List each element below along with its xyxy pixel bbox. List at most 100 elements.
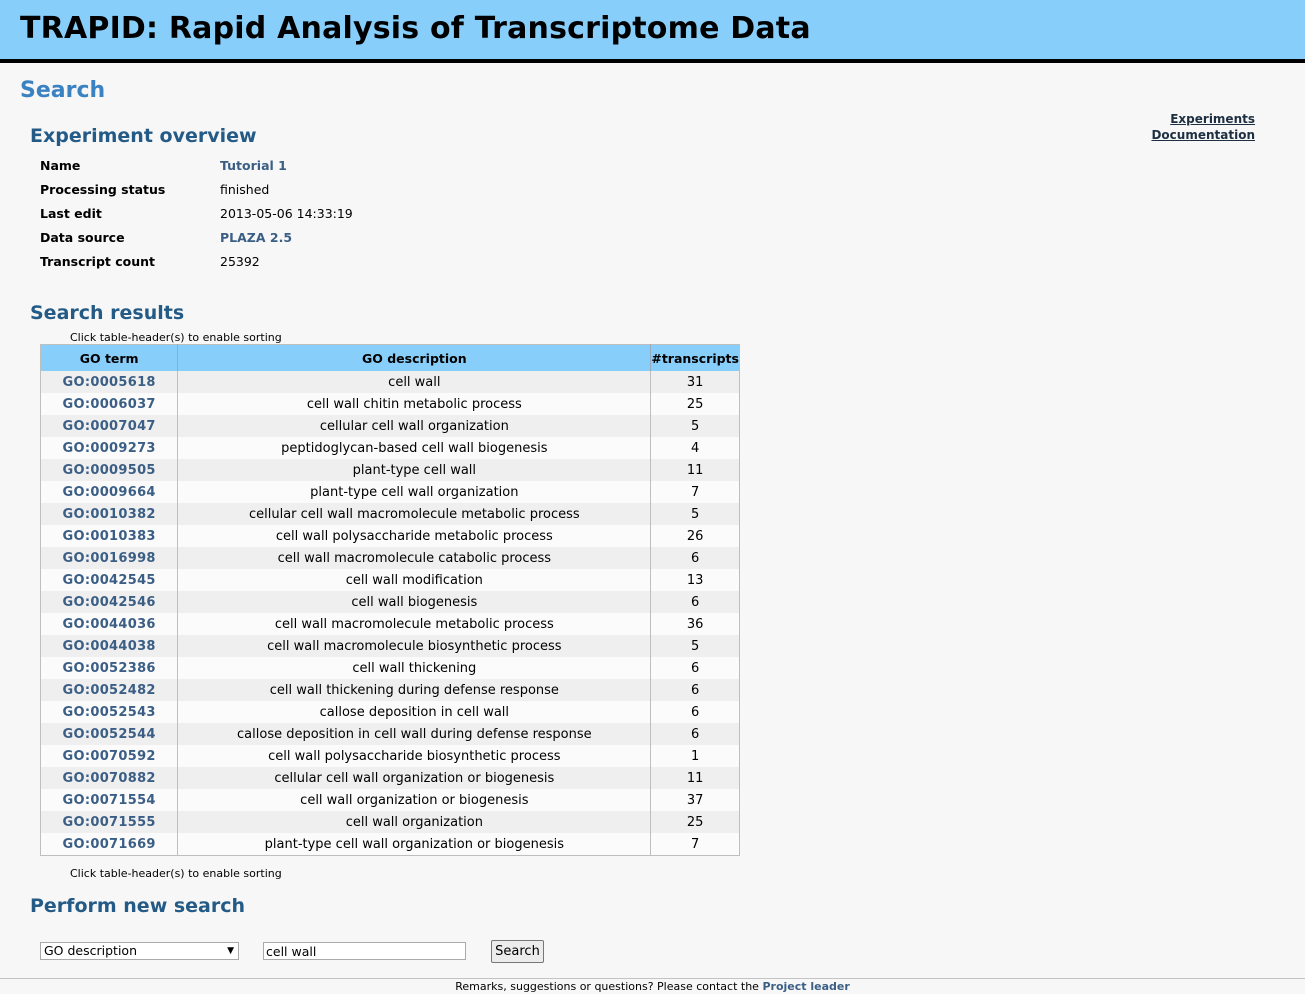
sort-hint-bottom: Click table-header(s) to enable sorting [70,867,282,880]
table-row: GO:0006037 cell wall chitin metabolic pro… [40,393,740,415]
go-term-cell: GO:0010382 [40,503,179,525]
go-term-cell: GO:0044036 [40,613,179,635]
go-term-cell: GO:0071669 [40,833,179,856]
data-source-link[interactable]: PLAZA 2.5 [220,230,292,245]
go-term-cell: GO:0010383 [40,525,179,547]
overview-value: 25392 [220,253,260,269]
go-term-link[interactable]: GO:0071554 [63,793,156,808]
transcript-count-cell: 31 [650,371,740,393]
table-row: GO:0052543 callose deposition in cell wal… [40,701,740,723]
go-term-link[interactable]: GO:0070882 [63,771,156,786]
table-row: GO:0070882 cellular cell wall organizatio… [40,767,740,789]
go-description-cell: cellular cell wall macromolecule metabol… [177,503,652,525]
search-input[interactable] [263,942,466,960]
go-term-link[interactable]: GO:0052544 [63,727,156,742]
experiment-overview-table: Name Tutorial 1 Processing status finish… [36,153,357,273]
experiments-link[interactable]: Experiments [1151,111,1255,127]
transcript-count-cell: 6 [650,723,740,745]
go-term-link[interactable]: GO:0044036 [63,617,156,632]
header-bar: TRAPID: Rapid Analysis of Transcriptome … [0,0,1305,63]
overview-value: Tutorial 1 [216,153,357,177]
transcript-count-cell: 6 [650,679,740,701]
go-term-cell: GO:0071555 [40,811,179,833]
top-right-nav: Experiments Documentation [1151,111,1255,143]
go-term-cell: GO:0070592 [40,745,179,767]
go-description-cell: cell wall chitin metabolic process [177,393,652,415]
transcript-count-cell: 25 [650,393,740,415]
go-term-link[interactable]: GO:0016998 [63,551,156,566]
go-term-link[interactable]: GO:0052482 [63,683,156,698]
go-description-cell: cell wall organization [177,811,652,833]
go-term-link[interactable]: GO:0009505 [63,463,156,478]
transcript-count-cell: 6 [650,701,740,723]
transcript-count-cell: 37 [650,789,740,811]
go-term-link[interactable]: GO:0010382 [63,507,156,522]
go-term-cell: GO:0007047 [40,415,179,437]
transcript-count-cell: 6 [650,657,740,679]
column-header-go-term[interactable]: GO term [40,344,179,371]
table-row: GO:0010382 cellular cell wall macromolecu… [40,503,740,525]
go-term-link[interactable]: GO:0042546 [63,595,156,610]
page-title: Search [20,78,106,103]
table-row: GO:0052386 cell wall thickening 6 [40,657,740,679]
table-row: GO:0005618 cell wall 31 [40,371,740,393]
table-row: GO:0071554 cell wall organization or biog… [40,789,740,811]
go-term-link[interactable]: GO:0009273 [63,441,156,456]
go-term-link[interactable]: GO:0071555 [63,815,156,830]
overview-label: Transcript count [40,253,155,269]
table-row: GO:0042546 cell wall biogenesis 6 [40,591,740,613]
go-term-cell: GO:0052386 [40,657,179,679]
table-row: GO:0009273 peptidoglycan-based cell wall … [40,437,740,459]
project-leader-link[interactable]: Project leader [762,980,849,993]
go-description-cell: plant-type cell wall [177,459,652,481]
go-term-cell: GO:0042546 [40,591,179,613]
transcript-count-cell: 4 [650,437,740,459]
go-description-cell: cellular cell wall organization [177,415,652,437]
go-term-link[interactable]: GO:0042545 [63,573,156,588]
transcript-count-cell: 7 [650,481,740,503]
table-row: GO:0070592 cell wall polysaccharide biosy… [40,745,740,767]
table-row: GO:0016998 cell wall macromolecule catabo… [40,547,740,569]
go-term-link[interactable]: GO:0052543 [63,705,156,720]
transcript-count-cell: 5 [650,503,740,525]
go-term-link[interactable]: GO:0070592 [63,749,156,764]
go-term-link[interactable]: GO:0009664 [63,485,156,500]
overview-row-data-source: Data source PLAZA 2.5 [36,225,357,249]
go-term-link[interactable]: GO:0006037 [63,397,156,412]
documentation-link[interactable]: Documentation [1151,127,1255,143]
transcript-count-cell: 5 [650,415,740,437]
go-term-cell: GO:0042545 [40,569,179,591]
overview-row-name: Name Tutorial 1 [36,153,357,177]
transcript-count-cell: 7 [650,833,740,856]
go-term-cell: GO:0044038 [40,635,179,657]
go-term-link[interactable]: GO:0052386 [63,661,156,676]
transcript-count-cell: 26 [650,525,740,547]
go-term-link[interactable]: GO:0005618 [63,375,156,390]
experiment-name-link[interactable]: Tutorial 1 [220,158,287,173]
go-description-cell: peptidoglycan-based cell wall biogenesis [177,437,652,459]
table-row: GO:0042545 cell wall modification 13 [40,569,740,591]
go-description-cell: cell wall modification [177,569,652,591]
go-description-cell: plant-type cell wall organization [177,481,652,503]
go-term-link[interactable]: GO:0071669 [63,837,156,852]
search-type-select[interactable]: GO description ▼ [40,942,239,960]
search-button[interactable]: Search [491,940,544,963]
table-row: GO:0044036 cell wall macromolecule metabo… [40,613,740,635]
go-term-link[interactable]: GO:0044038 [63,639,156,654]
column-header-transcripts[interactable]: #transcripts [650,344,740,371]
go-term-cell: GO:0071554 [40,789,179,811]
overview-label: Name [40,157,81,173]
new-search-heading: Perform new search [30,895,246,917]
transcript-count-cell: 6 [650,547,740,569]
go-term-link[interactable]: GO:0010383 [63,529,156,544]
overview-row-transcript-count: Transcript count 25392 [36,249,357,273]
go-term-link[interactable]: GO:0007047 [63,419,156,434]
go-term-cell: GO:0006037 [40,393,179,415]
table-row: GO:0052482 cell wall thickening during de… [40,679,740,701]
go-description-cell: cell wall polysaccharide metabolic proce… [177,525,652,547]
column-header-go-description[interactable]: GO description [177,344,652,371]
go-description-cell: cell wall [177,371,652,393]
go-description-cell: callose deposition in cell wall during d… [177,723,652,745]
experiment-overview-heading: Experiment overview [30,125,257,147]
transcript-count-cell: 6 [650,591,740,613]
